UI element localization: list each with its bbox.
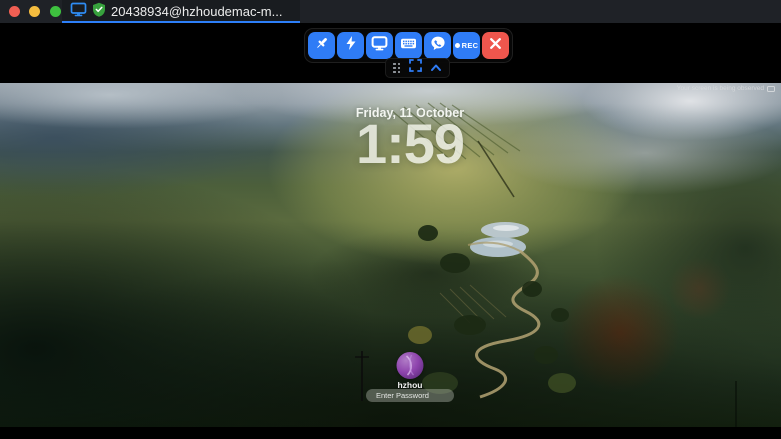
display-icon xyxy=(371,35,388,57)
view-controls xyxy=(385,58,450,78)
chat-phone-icon xyxy=(430,35,446,56)
password-field[interactable] xyxy=(366,389,454,402)
pin-button[interactable] xyxy=(308,32,335,59)
remote-desktop-window: 20438934@hzhoudemac-m... xyxy=(0,0,781,439)
screen-observed-icon xyxy=(767,86,775,92)
record-dot-icon xyxy=(455,43,460,48)
lightning-icon xyxy=(343,35,359,56)
session-tab-title: 20438934@hzhoudemac-m... xyxy=(111,4,282,19)
session-tab[interactable]: 20438934@hzhoudemac-m... xyxy=(62,0,300,23)
close-button[interactable] xyxy=(9,6,20,17)
display-button[interactable] xyxy=(366,32,393,59)
password-input[interactable] xyxy=(374,389,473,402)
close-session-button[interactable] xyxy=(482,32,509,59)
drag-handle-icon[interactable] xyxy=(393,63,401,74)
minimize-button[interactable] xyxy=(29,6,40,17)
letterbox-bottom xyxy=(0,427,781,439)
display-icon xyxy=(70,2,87,22)
collapse-toolbar-button[interactable] xyxy=(430,59,442,77)
pin-icon xyxy=(314,35,330,56)
observed-notice: Your screen is being observed xyxy=(677,85,775,92)
close-icon xyxy=(488,36,503,56)
zoom-button[interactable] xyxy=(50,6,61,17)
keyboard-button[interactable] xyxy=(395,32,422,59)
quick-actions-button[interactable] xyxy=(337,32,364,59)
lock-screen-clock: 1:59 xyxy=(356,116,464,172)
record-label: REC xyxy=(462,41,479,50)
record-button[interactable]: REC xyxy=(453,32,480,59)
user-avatar[interactable] xyxy=(397,352,424,379)
chat-button[interactable] xyxy=(424,32,451,59)
fullscreen-button[interactable] xyxy=(409,59,422,77)
title-bar: 20438934@hzhoudemac-m... xyxy=(0,0,781,23)
keyboard-icon xyxy=(400,35,417,57)
remote-screen-wallpaper: Your screen is being observed Friday, 11… xyxy=(0,83,781,427)
shield-verified-icon xyxy=(92,2,106,22)
